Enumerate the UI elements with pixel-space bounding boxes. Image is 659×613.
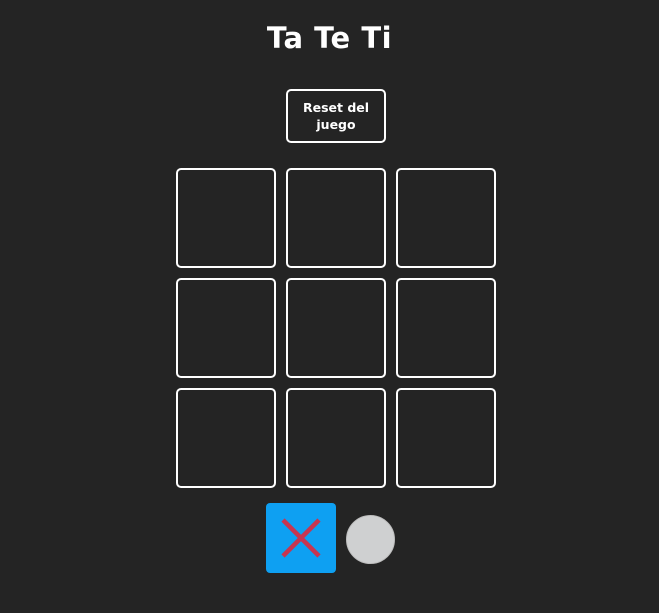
reset-game-button[interactable]: Reset del juego — [286, 89, 386, 143]
board-cell-5[interactable] — [286, 278, 386, 378]
board-cell-6[interactable] — [396, 278, 496, 378]
board-cell-1[interactable] — [176, 168, 276, 268]
x-icon — [281, 518, 321, 558]
game-board — [176, 168, 496, 488]
board-cell-3[interactable] — [396, 168, 496, 268]
board-cell-4[interactable] — [176, 278, 276, 378]
board-cell-7[interactable] — [176, 388, 276, 488]
board-cell-9[interactable] — [396, 388, 496, 488]
turn-indicator-o — [346, 515, 395, 564]
game-page: Ta Te Ti Reset del juego — [0, 0, 659, 613]
turn-indicator-x — [266, 503, 336, 573]
board-cell-8[interactable] — [286, 388, 386, 488]
board-cell-2[interactable] — [286, 168, 386, 268]
page-title: Ta Te Ti — [266, 21, 393, 55]
